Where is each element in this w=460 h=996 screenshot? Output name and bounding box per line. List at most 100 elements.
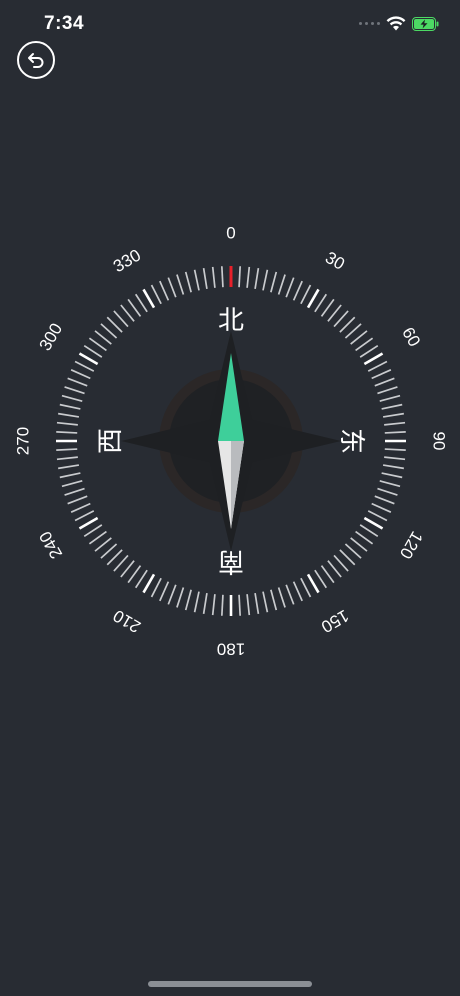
minor-tick xyxy=(64,487,85,496)
major-tick xyxy=(142,288,156,309)
minor-tick xyxy=(377,386,398,395)
minor-tick xyxy=(382,464,404,470)
minor-tick xyxy=(333,310,349,328)
minor-tick xyxy=(176,587,185,608)
degree-label: 300 xyxy=(36,320,67,354)
minor-tick xyxy=(83,524,103,538)
minor-tick xyxy=(211,266,216,288)
major-tick xyxy=(306,288,320,309)
minor-tick xyxy=(246,266,251,288)
minor-tick xyxy=(159,280,170,301)
minor-tick xyxy=(83,344,103,358)
degree-label: 210 xyxy=(110,606,144,637)
minor-tick xyxy=(371,502,392,513)
minor-tick xyxy=(384,421,406,426)
minor-tick xyxy=(359,524,379,538)
minor-tick xyxy=(134,293,148,313)
minor-tick xyxy=(367,360,388,372)
minor-tick xyxy=(134,569,148,589)
minor-tick xyxy=(367,510,388,522)
minor-tick xyxy=(320,565,335,584)
minor-tick xyxy=(350,537,368,552)
minor-tick xyxy=(339,316,356,333)
minor-tick xyxy=(56,448,78,452)
minor-tick xyxy=(371,369,392,380)
cardinal-south: 南 xyxy=(218,546,244,576)
minor-tick xyxy=(202,592,208,614)
minor-tick xyxy=(327,560,342,578)
compass-dial: 0 30 60 90 120 150 180 210 240 270 300 330 北东南 西 xyxy=(14,224,449,659)
minor-tick xyxy=(94,330,112,345)
degree-label: 90 xyxy=(430,432,449,451)
minor-tick xyxy=(333,554,349,572)
minor-tick xyxy=(381,403,403,410)
minor-tick xyxy=(327,304,342,322)
minor-tick xyxy=(70,502,91,513)
minor-tick xyxy=(59,403,81,410)
minor-tick xyxy=(67,377,88,387)
minor-tick xyxy=(61,480,83,488)
minor-tick xyxy=(277,274,286,295)
minor-tick xyxy=(88,530,107,545)
minor-tick xyxy=(379,480,401,488)
minor-tick xyxy=(238,266,242,288)
degree-label: 0 xyxy=(226,224,235,243)
minor-tick xyxy=(292,581,303,602)
degree-label: 120 xyxy=(396,528,427,562)
minor-tick xyxy=(94,537,112,552)
minor-tick xyxy=(377,487,398,496)
minor-tick xyxy=(67,495,88,505)
minor-tick xyxy=(359,344,379,358)
minor-tick xyxy=(64,386,85,395)
minor-tick xyxy=(379,394,401,402)
minor-tick xyxy=(314,293,328,313)
cardinal-north: 北 xyxy=(218,306,244,336)
major-tick xyxy=(363,352,384,366)
minor-tick xyxy=(374,495,395,505)
minor-tick xyxy=(193,591,200,613)
minor-tick xyxy=(202,268,208,290)
minor-tick xyxy=(59,472,81,479)
degree-label: 180 xyxy=(217,640,245,659)
minor-tick xyxy=(193,269,200,291)
minor-tick xyxy=(381,472,403,479)
minor-tick xyxy=(220,594,224,616)
minor-tick xyxy=(384,448,406,452)
minor-tick xyxy=(106,316,123,333)
minor-tick xyxy=(285,277,295,298)
major-tick xyxy=(78,352,99,366)
major-tick xyxy=(142,573,156,594)
minor-tick xyxy=(113,554,129,572)
minor-tick xyxy=(58,412,80,418)
minor-tick xyxy=(254,592,260,614)
major-tick xyxy=(306,573,320,594)
minor-tick xyxy=(384,430,406,434)
minor-tick xyxy=(254,268,260,290)
minor-tick xyxy=(167,277,177,298)
minor-tick xyxy=(150,284,162,305)
degree-label: 330 xyxy=(110,246,144,277)
minor-tick xyxy=(339,549,356,566)
minor-tick xyxy=(56,456,78,461)
degree-label: 270 xyxy=(14,427,33,455)
minor-tick xyxy=(285,584,295,605)
minor-tick xyxy=(61,394,83,402)
minor-tick xyxy=(58,464,80,470)
minor-tick xyxy=(350,330,368,345)
minor-tick xyxy=(74,360,95,372)
minor-tick xyxy=(292,280,303,301)
minor-tick xyxy=(88,337,107,352)
minor-tick xyxy=(120,304,135,322)
minor-tick xyxy=(150,577,162,598)
minor-tick xyxy=(238,594,242,616)
degree-label: 60 xyxy=(398,324,424,350)
minor-tick xyxy=(211,594,216,616)
minor-tick xyxy=(176,274,185,295)
minor-tick xyxy=(314,569,328,589)
major-tick xyxy=(363,516,384,530)
minor-tick xyxy=(184,589,192,611)
minor-tick xyxy=(56,421,78,426)
minor-tick xyxy=(384,456,406,461)
minor-tick xyxy=(344,323,362,339)
minor-tick xyxy=(246,594,251,616)
